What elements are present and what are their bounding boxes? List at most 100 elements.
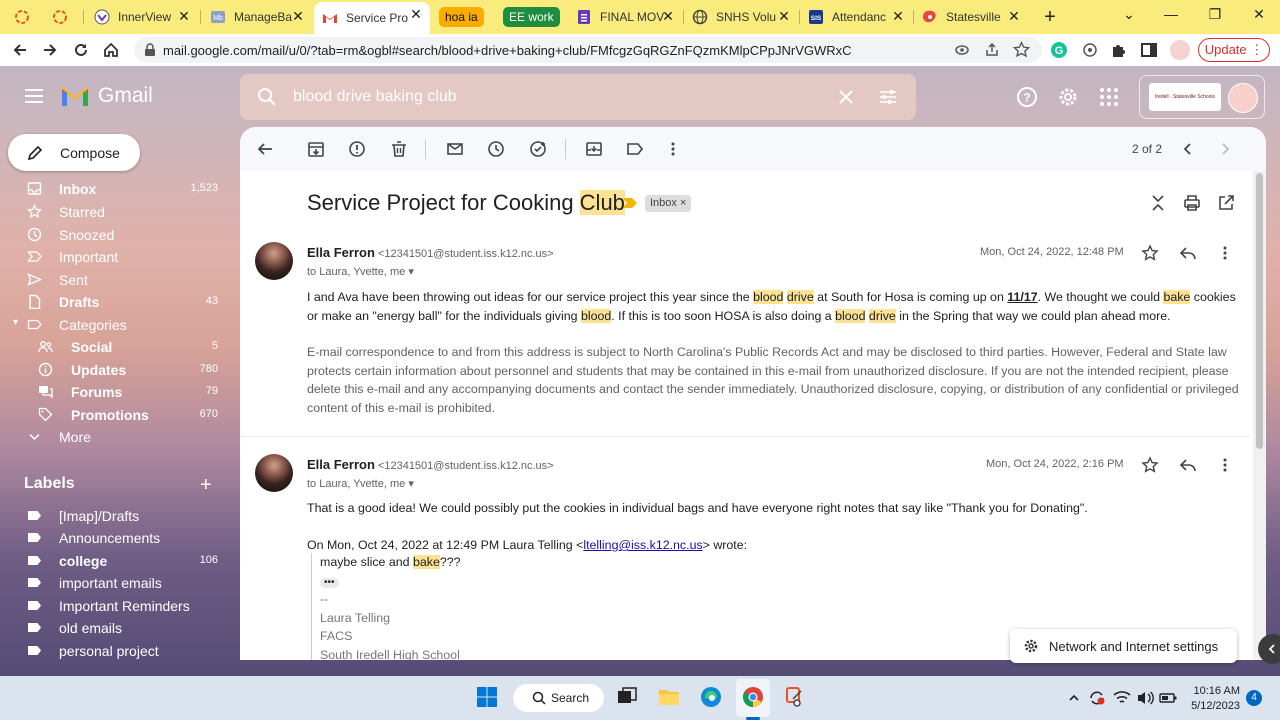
gmail-logo[interactable]: Gmail	[60, 84, 153, 108]
sidebar-item-sent[interactable]: Sent	[0, 269, 230, 291]
wifi-icon[interactable]	[1113, 690, 1131, 706]
sidebar-item-drafts[interactable]: Drafts 43	[0, 291, 230, 313]
star-icon[interactable]	[1141, 456, 1159, 474]
label-item[interactable]: [Imap]/Drafts	[0, 505, 230, 527]
collapse-all-icon[interactable]	[1149, 194, 1167, 212]
sender-avatar[interactable]	[255, 242, 293, 280]
file-explorer-icon[interactable]	[657, 685, 681, 709]
label-icon[interactable]	[626, 140, 644, 158]
browser-tab[interactable]	[14, 4, 40, 30]
categories-expand-icon[interactable]: ▾	[13, 317, 18, 328]
account-switcher[interactable]: Iredell · Statesville Schools	[1139, 75, 1265, 119]
sidebar-item-more[interactable]: More	[0, 426, 230, 448]
snipping-tool-icon[interactable]	[783, 685, 807, 709]
close-icon[interactable]: ✕	[176, 8, 192, 25]
scrollbar[interactable]	[1253, 171, 1266, 660]
search-options-icon[interactable]	[878, 87, 898, 107]
update-button[interactable]: Update ⋮	[1198, 38, 1270, 62]
label-item[interactable]: personal project	[0, 640, 230, 662]
taskbar-search[interactable]: Search	[513, 684, 604, 712]
delete-icon[interactable]	[390, 140, 408, 158]
browser-tab-statesville[interactable]: Statesville ✕	[914, 4, 1028, 30]
label-item[interactable]: important emails	[0, 572, 230, 594]
task-view-icon[interactable]	[615, 685, 639, 709]
browser-tab-innerview[interactable]: InnerView ✕	[86, 4, 198, 30]
search-input[interactable]: blood drive baking club	[293, 88, 457, 106]
open-new-window-icon[interactable]	[1217, 194, 1235, 212]
label-item[interactable]: old emails	[0, 617, 230, 639]
newer-chevron-icon[interactable]	[1179, 140, 1197, 158]
remove-label-icon[interactable]: ×	[680, 197, 686, 209]
chevron-up-icon[interactable]	[1068, 692, 1080, 704]
new-tab-button[interactable]: +	[1040, 6, 1060, 29]
reply-icon[interactable]	[1179, 456, 1197, 474]
search-icon[interactable]	[257, 87, 277, 107]
browser-tab-managebac[interactable]: Mb ManageBa ✕	[202, 4, 312, 30]
star-icon[interactable]	[1141, 244, 1159, 262]
puzzle-icon[interactable]	[1110, 41, 1128, 59]
back-to-search-icon[interactable]	[256, 140, 274, 158]
bookmark-star-icon[interactable]	[1013, 41, 1030, 58]
show-trimmed-content-button[interactable]: •••	[320, 577, 339, 588]
sidebar-item-promotions[interactable]: Promotions 670	[0, 404, 230, 426]
home-icon[interactable]	[102, 41, 120, 59]
importance-marker-icon[interactable]	[623, 198, 637, 208]
sidebar-item-snoozed[interactable]: Snoozed	[0, 224, 230, 246]
window-close-button[interactable]: ✕	[1248, 6, 1270, 23]
mail-search-bar[interactable]: blood drive baking club	[240, 74, 916, 120]
chrome-browser-icon[interactable]	[741, 685, 765, 709]
back-arrow-icon[interactable]	[11, 41, 29, 59]
close-icon[interactable]: ✕	[776, 8, 792, 25]
help-icon[interactable]: ?	[1016, 86, 1038, 108]
recipients-line[interactable]: to Laura, Yvette, me ▾	[307, 477, 414, 490]
forward-arrow-icon[interactable]	[41, 41, 59, 59]
apps-grid-icon[interactable]	[1098, 86, 1120, 108]
close-icon[interactable]: ✕	[408, 6, 424, 23]
move-to-icon[interactable]	[585, 140, 603, 158]
address-bar[interactable]: mail.google.com/mail/u/0/?tab=rm&ogbl#se…	[134, 37, 1042, 63]
edge-browser-icon[interactable]	[699, 685, 723, 709]
sender-name[interactable]: Ella Ferron	[307, 457, 375, 472]
clear-search-icon[interactable]	[838, 89, 854, 105]
browser-tab-snhs[interactable]: SNHS Volu ✕	[684, 4, 798, 30]
windows-start-icon[interactable]	[475, 685, 499, 709]
settings-gear-icon[interactable]	[1057, 86, 1079, 108]
share-icon[interactable]	[984, 42, 1000, 58]
recipient-details-chevron-icon[interactable]: ▾	[408, 266, 414, 278]
recipient-details-chevron-icon[interactable]: ▾	[408, 478, 414, 490]
browser-tab-attendance[interactable]: SIS Attendanc ✕	[800, 4, 912, 30]
volume-icon[interactable]	[1136, 690, 1154, 706]
eye-off-icon[interactable]	[954, 42, 970, 58]
tab-group-ee-work[interactable]: EE work	[503, 7, 560, 27]
browser-tab-gmail-active[interactable]: Service Pro ✕	[314, 2, 430, 34]
add-label-icon[interactable]: +	[200, 474, 212, 497]
sidebar-item-inbox[interactable]: Inbox 1,523	[0, 178, 230, 200]
close-icon[interactable]: ✕	[660, 8, 676, 25]
restore-button[interactable]: ❐	[1204, 6, 1226, 23]
sender-name[interactable]: Ella Ferron	[307, 245, 375, 260]
label-item[interactable]: Announcements	[0, 527, 230, 549]
sender-avatar[interactable]	[255, 454, 293, 492]
extension-icon[interactable]	[1081, 41, 1099, 59]
scrollbar-thumb[interactable]	[1256, 173, 1263, 449]
sidebar-item-important[interactable]: Important	[0, 246, 230, 268]
sidebar-item-starred[interactable]: Starred	[0, 201, 230, 223]
lock-icon[interactable]	[144, 43, 156, 57]
label-item[interactable]: college 106	[0, 550, 230, 572]
side-panel-toggle[interactable]	[1258, 634, 1280, 664]
onedrive-sync-icon[interactable]	[1088, 689, 1106, 707]
network-settings-popup[interactable]: Network and Internet settings	[1010, 629, 1237, 663]
more-vert-icon[interactable]	[664, 140, 682, 158]
report-spam-icon[interactable]	[348, 140, 366, 158]
close-icon[interactable]: ✕	[890, 8, 906, 25]
compose-button[interactable]: Compose	[8, 134, 140, 171]
quote-email-link[interactable]: ltelling@iss.k12.nc.us	[583, 538, 702, 552]
add-to-tasks-icon[interactable]	[529, 140, 547, 158]
sidebar-item-forums[interactable]: Forums 79	[0, 381, 230, 403]
grammarly-icon[interactable]: G	[1050, 41, 1068, 59]
mark-unread-icon[interactable]	[446, 140, 464, 158]
close-icon[interactable]: ✕	[290, 8, 306, 25]
inbox-label-chip[interactable]: Inbox ×	[645, 195, 692, 212]
browser-tab[interactable]	[52, 4, 78, 30]
print-icon[interactable]	[1183, 194, 1201, 212]
